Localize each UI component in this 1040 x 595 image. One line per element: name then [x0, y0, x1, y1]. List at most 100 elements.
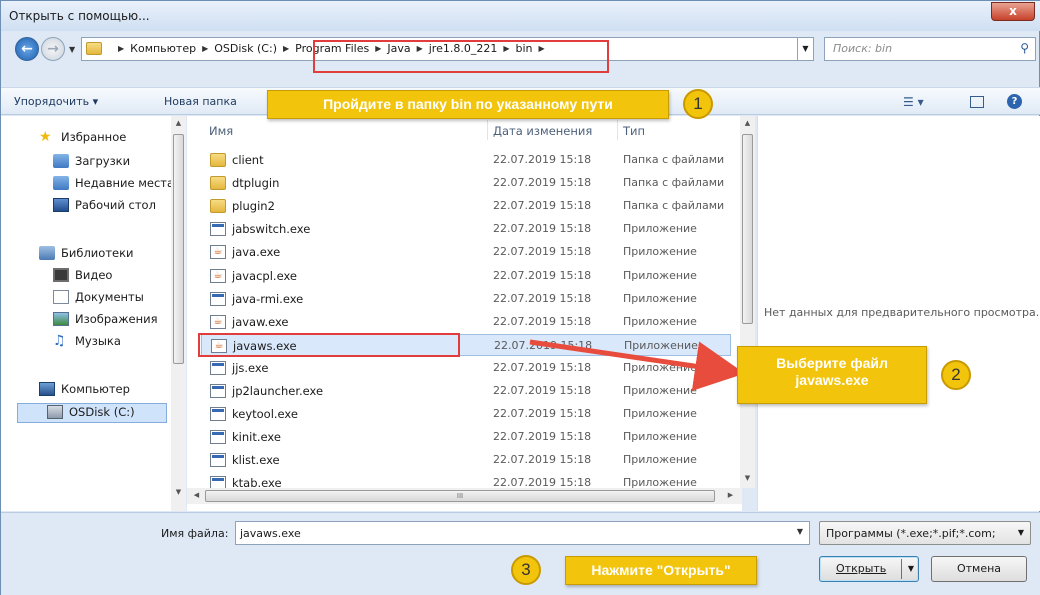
- cancel-button[interactable]: Отмена: [931, 556, 1027, 582]
- file-date: 22.07.2019 15:18: [493, 360, 592, 374]
- vertical-scroll-thumb[interactable]: [742, 134, 753, 324]
- search-placeholder: Поиск: bin: [833, 42, 893, 55]
- file-name: dtplugin: [232, 176, 280, 191]
- file-row[interactable]: java-rmi.exe 22.07.2019 15:18 Приложение: [201, 288, 731, 310]
- file-row[interactable]: ☕ javaw.exe 22.07.2019 15:18 Приложение: [201, 311, 731, 333]
- filename-value: javaws.exe: [240, 527, 301, 540]
- star-icon: ★: [39, 129, 52, 145]
- music-note-icon: ♫: [53, 333, 66, 349]
- chevron-right-icon[interactable]: ▶: [283, 44, 289, 53]
- column-divider[interactable]: [487, 120, 488, 140]
- column-header-name[interactable]: Имя: [209, 124, 233, 138]
- filename-label: Имя файла:: [161, 527, 229, 540]
- breadcrumb-osdisk[interactable]: OSDisk (C:): [214, 42, 277, 55]
- file-row[interactable]: jjs.exe 22.07.2019 15:18 Приложение: [201, 357, 731, 379]
- chevron-right-icon[interactable]: ▶: [118, 44, 124, 53]
- column-header-date[interactable]: Дата изменения: [493, 124, 592, 138]
- nav-recent-places[interactable]: Недавние места: [53, 176, 174, 190]
- file-row[interactable]: plugin2 22.07.2019 15:18 Папка с файлами: [201, 195, 731, 217]
- nav-images[interactable]: Изображения: [53, 312, 158, 326]
- application-icon: [210, 430, 226, 445]
- file-row[interactable]: ☕ javacpl.exe 22.07.2019 15:18 Приложение: [201, 265, 731, 287]
- file-row[interactable]: jp2launcher.exe 22.07.2019 15:18 Приложени…: [201, 380, 731, 402]
- filter-value: Программы (*.exe;*.pif;*.com;: [826, 527, 996, 540]
- file-row[interactable]: keytool.exe 22.07.2019 15:18 Приложение: [201, 403, 731, 425]
- scroll-up-icon[interactable]: ▲: [740, 119, 755, 127]
- file-type: Приложение: [623, 430, 697, 444]
- step2-line2: javaws.exe: [795, 372, 869, 388]
- nav-video[interactable]: Видео: [53, 268, 112, 282]
- libraries-icon: [39, 246, 55, 260]
- downloads-folder-icon: [53, 154, 69, 168]
- file-row[interactable]: dtplugin 22.07.2019 15:18 Папка с файлами: [201, 172, 731, 194]
- forward-button[interactable]: →: [41, 37, 65, 61]
- nav-computer[interactable]: Компьютер: [39, 382, 130, 396]
- column-divider[interactable]: [617, 120, 618, 140]
- nav-music[interactable]: ♫ Музыка: [53, 334, 121, 348]
- help-icon[interactable]: ?: [1007, 94, 1022, 109]
- nav-libraries[interactable]: Библиотеки: [39, 246, 134, 260]
- step3-callout: Нажмите "Открыть": [565, 556, 757, 585]
- scroll-up-icon[interactable]: ▲: [171, 119, 186, 127]
- file-row[interactable]: jabswitch.exe 22.07.2019 15:18 Приложение: [201, 218, 731, 240]
- file-type: Приложение: [623, 222, 697, 236]
- step3-number: 3: [511, 555, 541, 585]
- back-button[interactable]: ←: [15, 37, 39, 61]
- scroll-right-icon[interactable]: ▶: [723, 491, 738, 499]
- filename-input[interactable]: javaws.exe ▼: [235, 521, 810, 545]
- new-folder-button[interactable]: Новая папка: [164, 95, 237, 108]
- scroll-left-icon[interactable]: ◀: [189, 491, 204, 499]
- file-type: Приложение: [623, 245, 697, 259]
- organize-button[interactable]: Упорядочить ▾: [14, 95, 98, 108]
- recent-pages-chevron-icon[interactable]: ▼: [69, 45, 75, 54]
- file-row[interactable]: ☕ java.exe 22.07.2019 15:18 Приложение: [201, 241, 731, 263]
- split-divider: [901, 559, 902, 579]
- nav-label: Музыка: [75, 334, 121, 348]
- address-dropdown-icon[interactable]: ▼: [798, 37, 814, 61]
- nav-label: Документы: [75, 290, 144, 304]
- title-bar: Открыть с помощью... x: [1, 1, 1040, 31]
- open-button[interactable]: Открыть ▼: [819, 556, 919, 582]
- search-input[interactable]: Поиск: bin ⚲: [824, 37, 1036, 61]
- address-path-highlight: [313, 40, 609, 73]
- horizontal-scroll-thumb[interactable]: III: [205, 490, 715, 502]
- open-options-chevron-icon[interactable]: ▼: [908, 557, 914, 581]
- scroll-down-icon[interactable]: ▼: [740, 474, 755, 482]
- filename-dropdown-icon[interactable]: ▼: [797, 527, 803, 536]
- nav-osdisk[interactable]: OSDisk (C:): [47, 405, 135, 419]
- file-type: Приложение: [623, 407, 697, 421]
- application-icon: [210, 291, 226, 306]
- file-row[interactable]: klist.exe 22.07.2019 15:18 Приложение: [201, 449, 731, 471]
- breadcrumb-computer[interactable]: Компьютер: [130, 42, 196, 55]
- folder-icon: [86, 42, 102, 55]
- file-type: Приложение: [623, 314, 697, 328]
- application-icon: [210, 222, 226, 237]
- file-date: 22.07.2019 15:18: [493, 222, 592, 236]
- nav-favorites[interactable]: ★ Избранное: [39, 130, 126, 144]
- preview-pane-icon[interactable]: [970, 96, 984, 108]
- change-view-icon[interactable]: ☰ ▾: [903, 95, 924, 109]
- nav-downloads[interactable]: Загрузки: [53, 154, 130, 168]
- java-app-icon: ☕: [210, 245, 226, 260]
- file-type-filter-select[interactable]: Программы (*.exe;*.pif;*.com; ▼: [819, 521, 1031, 545]
- close-button[interactable]: x: [991, 2, 1035, 21]
- file-row[interactable]: client 22.07.2019 15:18 Папка с файлами: [201, 149, 731, 171]
- step1-callout: Пройдите в папку bin по указанному пути: [267, 90, 669, 119]
- java-app-icon: ☕: [210, 314, 226, 329]
- nav-label: Избранное: [61, 130, 127, 144]
- nav-scrollbar[interactable]: ▲ ▼: [171, 116, 186, 511]
- file-list-vertical-scrollbar[interactable]: ▲ ▼: [740, 116, 755, 488]
- nav-documents[interactable]: Документы: [53, 290, 144, 304]
- search-icon[interactable]: ⚲: [1020, 41, 1029, 55]
- nav-desktop[interactable]: Рабочий стол: [53, 198, 156, 212]
- file-row[interactable]: kinit.exe 22.07.2019 15:18 Приложение: [201, 426, 731, 448]
- nav-scroll-thumb[interactable]: [173, 134, 184, 364]
- file-list-horizontal-scrollbar[interactable]: ◀ III ▶: [187, 488, 742, 504]
- chevron-right-icon[interactable]: ▶: [202, 44, 208, 53]
- file-type: Папка с файлами: [623, 199, 725, 213]
- column-header-type[interactable]: Тип: [623, 124, 645, 138]
- nav-label: Компьютер: [61, 382, 130, 396]
- folder-icon: [210, 199, 226, 214]
- scroll-down-icon[interactable]: ▼: [171, 488, 186, 496]
- step2-line1: Выберите файл: [776, 355, 888, 371]
